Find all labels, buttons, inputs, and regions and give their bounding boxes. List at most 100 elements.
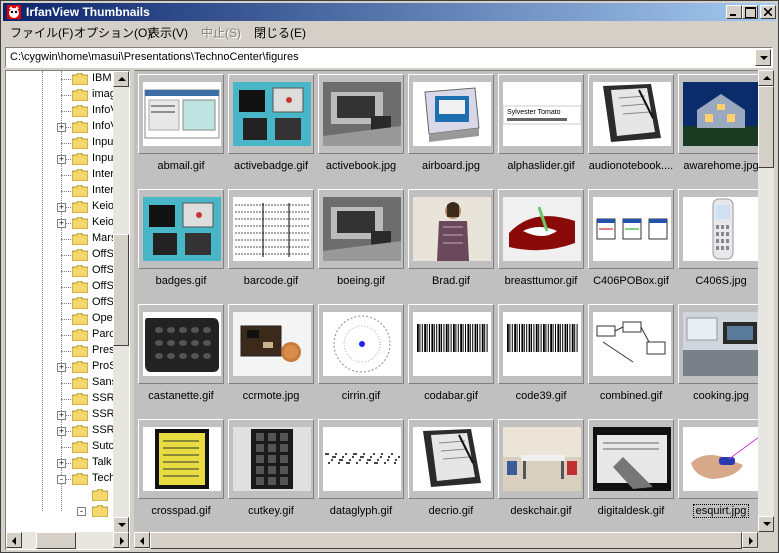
thumbnail-frame[interactable]: Sylvester Tomato bbox=[498, 74, 584, 154]
thumbnail-image[interactable] bbox=[323, 312, 401, 379]
tree-item[interactable]: OffS bbox=[6, 279, 116, 295]
thumbnail-frame[interactable] bbox=[228, 189, 314, 269]
thumbnail-item[interactable]: abmail.gif bbox=[138, 74, 228, 189]
thumbnail-item[interactable]: breasttumor.gif bbox=[498, 189, 588, 304]
size-grip[interactable] bbox=[758, 532, 775, 549]
tree-item[interactable]: Pres bbox=[6, 343, 116, 359]
tree-scroll-up-button[interactable] bbox=[113, 71, 129, 87]
tree-expander-icon[interactable]: + bbox=[57, 363, 66, 372]
thumbnail-image[interactable]: Sylvester Tomato bbox=[502, 82, 582, 149]
thumbnail-frame[interactable] bbox=[318, 419, 404, 499]
thumbnail-frame[interactable] bbox=[498, 189, 584, 269]
tree-hscroll-thumb[interactable] bbox=[36, 532, 76, 549]
thumbnail-filename[interactable]: barcode.gif bbox=[222, 275, 320, 287]
menu-close[interactable]: 閉じる(E) bbox=[254, 24, 306, 41]
thumbnail-filename[interactable]: cooking.jpg bbox=[672, 390, 758, 402]
tree-item[interactable]: + SSR bbox=[6, 407, 116, 423]
thumbnail-frame[interactable] bbox=[138, 419, 224, 499]
thumbnail-item[interactable]: codabar.gif bbox=[408, 304, 498, 419]
thumbnail-item[interactable]: airboard.jpg bbox=[408, 74, 498, 189]
thumbnail-filename[interactable]: codabar.gif bbox=[402, 390, 500, 402]
tree-item[interactable]: Sutc bbox=[6, 439, 116, 455]
thumbnail-filename[interactable]: awarehome.jpg bbox=[672, 160, 758, 172]
thumbnail-image[interactable] bbox=[233, 427, 311, 494]
tree-scroll-left-button[interactable] bbox=[6, 532, 22, 548]
tree-item[interactable]: + ProS bbox=[6, 359, 116, 375]
tree-expander-icon[interactable]: + bbox=[57, 203, 66, 212]
folder-tree[interactable]: IBM imag InfoV + InfoV Inpu + Inpu Inter Inter + Ke… bbox=[5, 70, 130, 550]
tree-item[interactable]: + Talk bbox=[6, 455, 116, 471]
tree-item[interactable]: Mars bbox=[6, 231, 116, 247]
thumbnail-image[interactable] bbox=[503, 312, 581, 379]
thumbnail-frame[interactable] bbox=[228, 419, 314, 499]
tree-expander-icon[interactable]: + bbox=[57, 427, 66, 436]
thumbs-hscroll-thumb[interactable] bbox=[150, 532, 742, 549]
thumbnail-filename[interactable]: Brad.gif bbox=[402, 275, 500, 287]
tree-item[interactable]: OffS bbox=[6, 295, 116, 311]
thumbnail-image[interactable] bbox=[683, 197, 758, 264]
thumbnail-frame[interactable] bbox=[588, 189, 674, 269]
thumbnail-frame[interactable] bbox=[228, 304, 314, 384]
title-bar[interactable]: IrfanView Thumbnails bbox=[3, 3, 776, 21]
thumbnail-filename[interactable]: activebadge.gif bbox=[222, 160, 320, 172]
thumbnail-item[interactable]: crosspad.gif bbox=[138, 419, 228, 533]
tree-vertical-scrollbar[interactable] bbox=[113, 71, 129, 533]
thumbnail-filename[interactable]: code39.gif bbox=[492, 390, 590, 402]
thumbnail-filename[interactable]: audionotebook.... bbox=[582, 160, 680, 172]
thumbnail-image[interactable] bbox=[143, 82, 221, 149]
thumbnail-item[interactable]: activebook.jpg bbox=[318, 74, 408, 189]
menu-file[interactable]: ファイル(F) bbox=[10, 24, 73, 41]
thumbnail-item[interactable]: deskchair.gif bbox=[498, 419, 588, 533]
thumbnail-image[interactable] bbox=[593, 82, 671, 149]
tree-item[interactable]: Inter bbox=[6, 167, 116, 183]
thumbnail-image[interactable] bbox=[233, 312, 311, 379]
thumbnail-item[interactable]: Brad.gif bbox=[408, 189, 498, 304]
thumbnail-image[interactable] bbox=[413, 82, 491, 149]
thumbs-scroll-thumb[interactable] bbox=[758, 86, 774, 168]
thumbnail-image[interactable] bbox=[413, 197, 491, 264]
thumbnail-image[interactable] bbox=[503, 197, 581, 264]
thumbnail-image[interactable] bbox=[683, 427, 758, 494]
path-dropdown-button[interactable] bbox=[755, 49, 771, 66]
thumbnail-image[interactable] bbox=[683, 312, 758, 379]
tree-expander-icon[interactable]: - bbox=[77, 507, 86, 516]
thumbnail-filename[interactable]: crosspad.gif bbox=[134, 505, 230, 517]
thumbnail-image[interactable] bbox=[323, 427, 401, 494]
thumbnail-item[interactable]: awarehome.jpg bbox=[678, 74, 758, 189]
tree-item[interactable]: - bbox=[6, 503, 116, 519]
tree-item[interactable]: + Keio bbox=[6, 215, 116, 231]
thumbnail-filename[interactable]: C406POBox.gif bbox=[582, 275, 680, 287]
thumbnail-filename[interactable]: airboard.jpg bbox=[402, 160, 500, 172]
thumbnail-frame[interactable] bbox=[678, 189, 758, 269]
thumbnail-image[interactable] bbox=[503, 427, 581, 494]
thumbnail-image[interactable] bbox=[233, 82, 311, 149]
thumbnail-item[interactable]: Sylvester Tomato alphaslider.gif bbox=[498, 74, 588, 189]
thumbnail-image[interactable] bbox=[323, 197, 401, 264]
thumbs-vertical-scrollbar[interactable] bbox=[758, 70, 774, 532]
thumbnail-frame[interactable] bbox=[498, 419, 584, 499]
thumbnail-image[interactable] bbox=[143, 427, 221, 494]
thumbnail-frame[interactable] bbox=[408, 189, 494, 269]
thumbnail-frame[interactable] bbox=[408, 419, 494, 499]
thumbnail-image[interactable] bbox=[143, 312, 221, 379]
thumbnail-frame[interactable] bbox=[318, 74, 404, 154]
tree-expander-icon[interactable]: + bbox=[57, 459, 66, 468]
thumbnail-filename[interactable]: breasttumor.gif bbox=[492, 275, 590, 287]
tree-item[interactable]: + Inpu bbox=[6, 151, 116, 167]
thumbnail-item[interactable]: cooking.jpg bbox=[678, 304, 758, 419]
thumbnail-item[interactable]: digitaldesk.gif bbox=[588, 419, 678, 533]
thumbnail-image[interactable] bbox=[683, 82, 758, 149]
thumbnail-item[interactable]: decrio.gif bbox=[408, 419, 498, 533]
tree-item[interactable]: imag bbox=[6, 87, 116, 103]
thumbnail-frame[interactable] bbox=[588, 74, 674, 154]
tree-item[interactable]: SSR bbox=[6, 391, 116, 407]
minimize-button[interactable] bbox=[726, 5, 742, 19]
tree-item[interactable]: InfoV bbox=[6, 103, 118, 119]
tree-item[interactable]: Sans bbox=[6, 375, 117, 391]
tree-item[interactable]: Inpu bbox=[6, 135, 116, 151]
thumbnail-filename[interactable]: castanette.gif bbox=[134, 390, 230, 402]
thumbnail-frame[interactable] bbox=[138, 74, 224, 154]
thumbnail-image[interactable] bbox=[413, 312, 491, 379]
thumbnail-frame[interactable] bbox=[588, 419, 674, 499]
thumbs-scroll-left-button[interactable] bbox=[134, 532, 150, 548]
